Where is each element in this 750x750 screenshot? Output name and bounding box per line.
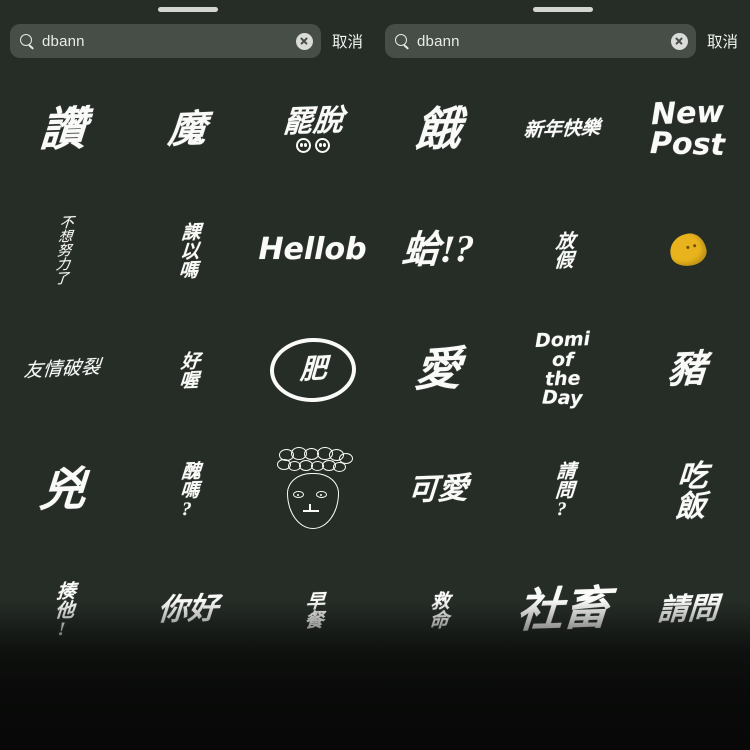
- sticker-text: 愛: [412, 342, 463, 396]
- cancel-button[interactable]: 取消: [330, 28, 365, 54]
- sticker-cell[interactable]: 肥: [250, 310, 375, 430]
- sticker-text: 放假: [550, 230, 575, 270]
- sticker-text: 吃飯: [669, 459, 707, 521]
- sticker-text: 好喔: [175, 350, 200, 390]
- sticker-cell[interactable]: 吃飯: [625, 430, 750, 550]
- sticker-cell[interactable]: [250, 430, 375, 550]
- sticker-text: 新年快樂: [523, 117, 602, 142]
- sticker-text: Hellob: [258, 231, 367, 267]
- sticker-cell[interactable]: 吃土: [250, 670, 375, 750]
- sticker-cell[interactable]: 救命: [375, 550, 500, 670]
- sticker-cell[interactable]: [625, 190, 750, 310]
- sticker-cell[interactable]: 早餐: [250, 550, 375, 670]
- sticker-text: 好走: [419, 699, 457, 750]
- search-input-left[interactable]: dbann: [10, 24, 321, 58]
- sticker-text: New Post: [649, 95, 726, 163]
- sticker-text: 救命: [425, 590, 450, 630]
- sticker-grid-left: 讚 魔 罷脫不想努力了 課以嗎 Hellob 友情破裂 好喔 肥兇 醜嗎? 揍他! 你好 早餐吶 吃土: [0, 64, 375, 750]
- sticker-text: 蛤!?: [400, 227, 475, 272]
- sticker-text: 罷脫: [281, 103, 344, 139]
- search-value: dbann: [417, 32, 460, 50]
- sticker-cell[interactable]: [125, 670, 250, 750]
- right-panel: dbann 取消 餓 新年快樂 New Post 蛤!? 放假愛 Domi of the Day 豬…: [375, 0, 750, 750]
- sticker-cell[interactable]: 可愛: [375, 430, 500, 550]
- search-bar-left: dbann 取消: [0, 18, 375, 64]
- sticker-text: 不想努力了: [52, 214, 74, 286]
- sticker-cell[interactable]: 你好: [125, 550, 250, 670]
- search-bar-right: dbann 取消: [375, 18, 750, 64]
- sticker-text: 請問?: [550, 460, 576, 520]
- sticker-cell[interactable]: 蛤!?: [375, 190, 500, 310]
- sticker-cell[interactable]: 罷脫: [250, 70, 375, 190]
- sticker-cell[interactable]: 友情破裂: [0, 310, 125, 430]
- sparkle-eyes-smiley-icon: [145, 700, 231, 750]
- sticker-text: 魔: [166, 107, 209, 152]
- sticker-text: 吶: [41, 707, 84, 750]
- skull-pair-icon: [295, 138, 330, 154]
- sticker-cell[interactable]: 課以嗎: [125, 190, 250, 310]
- sticker-cell[interactable]: 好走: [375, 670, 500, 750]
- sticker-cell[interactable]: 請問: [625, 550, 750, 670]
- sticker-cell[interactable]: 走開: [500, 670, 625, 750]
- sticker-cell[interactable]: New Post: [625, 70, 750, 190]
- search-icon: [395, 34, 409, 48]
- sticker-cell[interactable]: 魔: [125, 70, 250, 190]
- drag-handle[interactable]: [157, 6, 218, 12]
- sticker-cell[interactable]: 餓: [375, 70, 500, 190]
- sticker-cell[interactable]: 醜嗎?: [125, 430, 250, 550]
- sticker-cell[interactable]: 請問?: [500, 430, 625, 550]
- sticker-text: 餓: [412, 102, 463, 156]
- left-panel: dbann 取消 讚 魔 罷脫不想努力了 課以嗎 Hellob 友情破裂 好喔 肥兇 醜嗎? 揍他…: [0, 0, 375, 750]
- drag-handle-area[interactable]: [0, 0, 375, 18]
- sticker-cell[interactable]: 吶: [0, 670, 125, 750]
- sticker-search-screen: dbann 取消 讚 魔 罷脫不想努力了 課以嗎 Hellob 友情破裂 好喔 肥兇 醜嗎? 揍他…: [0, 0, 750, 750]
- sticker-text: 走開: [550, 710, 575, 750]
- sticker-text: 揍他!: [50, 580, 76, 640]
- drag-handle[interactable]: [532, 6, 593, 12]
- sticker-text: 兇: [37, 462, 88, 516]
- sticker-text: 社畜: [514, 581, 611, 637]
- sticker-cell[interactable]: 愛: [375, 310, 500, 430]
- sticker-cell[interactable]: 放假: [500, 190, 625, 310]
- sticker-cell[interactable]: Hellob: [250, 190, 375, 310]
- clear-icon[interactable]: [295, 32, 313, 50]
- sticker-cell[interactable]: 兇: [0, 430, 125, 550]
- sticker-text: Domi of the Day: [534, 328, 591, 410]
- sticker-text: 可愛: [406, 471, 469, 507]
- sticker-text: 你好: [156, 591, 219, 627]
- circled-sticker: 肥: [268, 336, 357, 404]
- clear-icon[interactable]: [670, 32, 688, 50]
- sticker-cell[interactable]: 揍他!: [0, 550, 125, 670]
- blob-emoji-icon: [666, 230, 709, 270]
- sticker-text: 豬: [666, 347, 709, 392]
- search-input-right[interactable]: dbann: [385, 24, 696, 58]
- sticker-text: 友情破裂: [23, 357, 102, 383]
- sticker-cell[interactable]: 社畜: [500, 550, 625, 670]
- sticker-text: 請問: [656, 591, 719, 627]
- drag-handle-area[interactable]: [375, 0, 750, 18]
- dual-panel-container: dbann 取消 讚 魔 罷脫不想努力了 課以嗎 Hellob 友情破裂 好喔 肥兇 醜嗎? 揍他…: [0, 0, 750, 750]
- sticker-cell[interactable]: 讚: [0, 70, 125, 190]
- cancel-button[interactable]: 取消: [705, 28, 740, 54]
- sticker-text: 課以嗎: [175, 221, 201, 279]
- sticker-text: 讚: [37, 102, 88, 156]
- sticker-text: 早餐: [300, 590, 325, 630]
- search-icon: [20, 34, 34, 48]
- sticker-text: 肥: [298, 353, 327, 386]
- sticker-grid-right: 餓 新年快樂 New Post 蛤!? 放假愛 Domi of the Day 豬可愛 請問? 吃飯救命…: [375, 64, 750, 750]
- sticker-cell[interactable]: 好喔: [125, 310, 250, 430]
- sticker-text: 最好是: [641, 711, 734, 748]
- curly-hair-face-icon: [271, 447, 355, 533]
- sticker-cell[interactable]: 豬: [625, 310, 750, 430]
- sticker-cell[interactable]: 最好是: [625, 670, 750, 750]
- search-value: dbann: [42, 32, 85, 50]
- sticker-cell[interactable]: 新年快樂: [500, 70, 625, 190]
- sticker-cell[interactable]: 不想努力了: [0, 190, 125, 310]
- sticker-cell[interactable]: Domi of the Day: [500, 310, 625, 430]
- sticker-text: 吃土: [294, 699, 332, 750]
- sticker-text: 醜嗎?: [175, 460, 201, 520]
